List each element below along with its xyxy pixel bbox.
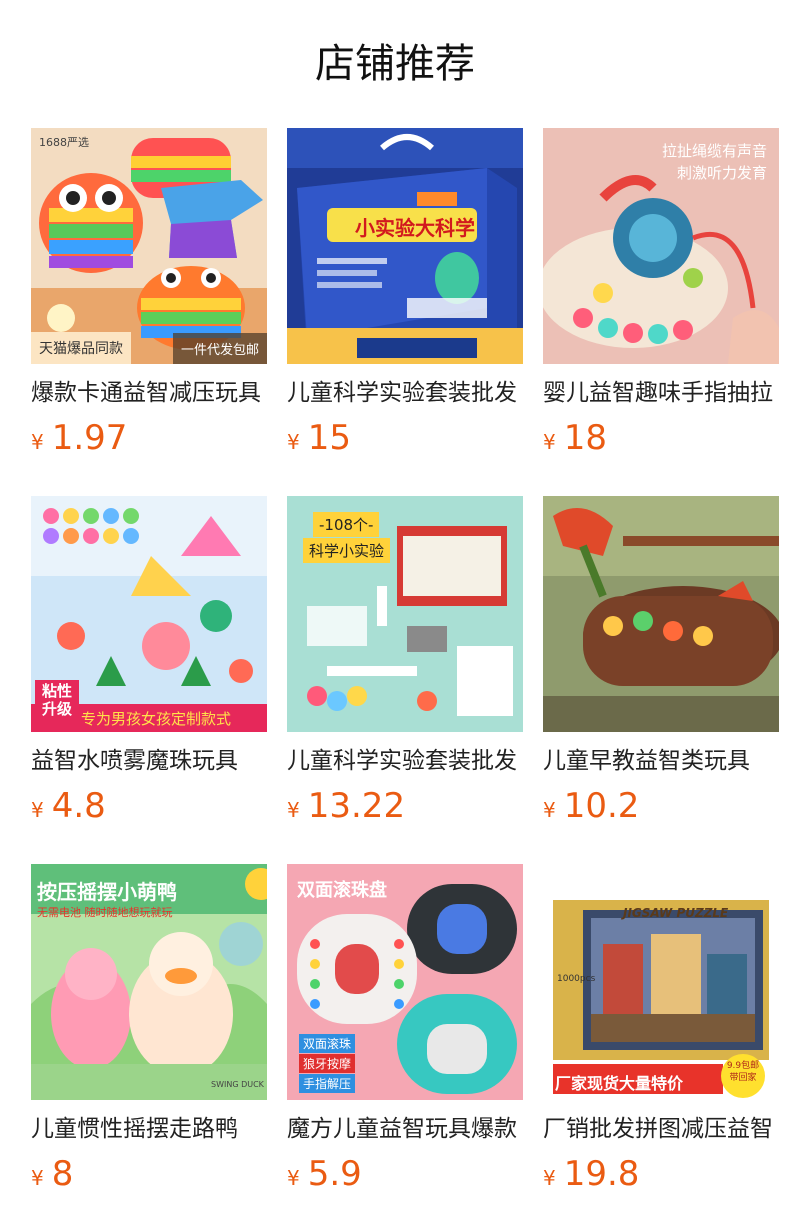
image-headline: 双面滚珠盘 <box>297 880 387 901</box>
image-headline: 按压摇摆小萌鸭 <box>37 880 177 904</box>
product-name[interactable]: 厂销批发拼图减压益智 <box>543 1112 779 1146</box>
price-value: 19.8 <box>563 1154 640 1194</box>
product-image[interactable]: 双面滚珠盘 双面滚珠 狼牙按摩 手指解压 <box>287 864 523 1100</box>
product-image[interactable]: 按压摇摆小萌鸭 无需电池 随时随地想玩就玩 SWING DUCK <box>31 864 267 1100</box>
feature-tag-3: 手指解压 <box>299 1074 356 1093</box>
product-card[interactable]: 按压摇摆小萌鸭 无需电池 随时随地想玩就玩 SWING DUCK 儿童惯性摇摆走… <box>31 864 267 1232</box>
currency-symbol: ¥ <box>31 1166 44 1190</box>
product-price: ¥ 5.9 <box>287 1152 362 1196</box>
price-value: 18 <box>563 418 607 458</box>
topic-tag: 科学小实验 <box>303 538 391 563</box>
product-image[interactable]: 粘性升级 专为男孩女孩定制款式 <box>31 496 267 732</box>
product-card[interactable]: 小实验大科学 儿童科学实验套装批发 ¥ 15 <box>287 128 523 496</box>
science-kit-box-icon <box>287 128 523 364</box>
image-caption-1: 拉扯绳缆有声音 <box>661 142 767 160</box>
box-title: JIGSAW PUZZLE <box>623 906 729 920</box>
product-price: ¥ 10.2 <box>543 784 639 828</box>
product-card[interactable]: 拉扯绳缆有声音 刺激听力发育 婴儿益智趣味手指抽拉 ¥ 18 <box>543 128 779 496</box>
currency-symbol: ¥ <box>543 798 556 822</box>
currency-symbol: ¥ <box>287 430 300 454</box>
product-name[interactable]: 儿童早教益智类玩具 <box>543 744 779 778</box>
feature-tag-1: 双面滚珠 <box>299 1034 356 1053</box>
product-price: ¥ 18 <box>543 416 607 460</box>
product-badge-bottom-right: 一件代发包邮 <box>172 333 267 364</box>
product-name[interactable]: 儿童科学实验套装批发 <box>287 744 523 778</box>
product-name[interactable]: 婴儿益智趣味手指抽拉 <box>543 376 779 410</box>
product-image[interactable]: 拉扯绳缆有声音 刺激听力发育 <box>543 128 779 364</box>
product-price: ¥ 15 <box>287 416 351 460</box>
product-price: ¥ 8 <box>31 1152 73 1196</box>
product-card[interactable]: 儿童早教益智类玩具 ¥ 10.2 <box>543 496 779 864</box>
product-badge-top: 1688严选 <box>39 136 89 149</box>
product-card[interactable]: 1688严选 天猫爆品同款 一件代发包邮 爆款卡通益智减压玩具 ¥ 1.97 <box>31 128 267 496</box>
product-badge-bottom-left: 天猫爆品同款 <box>31 332 131 364</box>
price-value: 4.8 <box>51 786 106 826</box>
count-tag: -108个- <box>313 512 380 537</box>
product-price: ¥ 19.8 <box>543 1152 639 1196</box>
price-value: 8 <box>51 1154 74 1194</box>
product-image[interactable] <box>543 496 779 732</box>
pop-it-toy-icon <box>31 128 267 364</box>
price-value: 13.22 <box>307 786 406 826</box>
product-image[interactable]: 小实验大科学 <box>287 128 523 364</box>
currency-symbol: ¥ <box>31 798 44 822</box>
product-grid: 1688严选 天猫爆品同款 一件代发包邮 爆款卡通益智减压玩具 ¥ 1.97 小… <box>31 128 781 1232</box>
feature-tag-2: 狼牙按摩 <box>299 1054 356 1073</box>
currency-symbol: ¥ <box>31 430 44 454</box>
corner-tag: 粘性升级 <box>35 680 79 720</box>
price-value: 1.97 <box>51 418 128 458</box>
box-title: 小实验大科学 <box>355 216 475 240</box>
image-caption-2: 刺激听力发育 <box>676 164 767 182</box>
product-card[interactable]: -108个- 科学小实验 儿童科学实验套装批发 ¥ 13.22 <box>287 496 523 864</box>
product-name[interactable]: 益智水喷雾魔珠玩具 <box>31 744 267 778</box>
product-image[interactable]: 1688严选 天猫爆品同款 一件代发包邮 <box>31 128 267 364</box>
product-name[interactable]: 儿童惯性摇摆走路鸭 <box>31 1112 267 1146</box>
image-subline: 无需电池 随时随地想玩就玩 <box>37 906 173 919</box>
product-card[interactable]: 双面滚珠盘 双面滚珠 狼牙按摩 手指解压 魔方儿童益智玩具爆款 ¥ 5.9 <box>287 864 523 1232</box>
product-price: ¥ 1.97 <box>31 416 127 460</box>
product-image[interactable]: -108个- 科学小实验 <box>287 496 523 732</box>
product-name[interactable]: 儿童科学实验套装批发 <box>287 376 523 410</box>
promo-seal: 9.9包邮 带回家 <box>726 1061 760 1083</box>
currency-symbol: ¥ <box>287 1166 300 1190</box>
section-title: 店铺推荐 <box>315 41 475 87</box>
currency-symbol: ¥ <box>287 798 300 822</box>
image-brand: SWING DUCK <box>211 1080 264 1089</box>
price-value: 5.9 <box>307 1154 362 1194</box>
pieces-label: 1000pcs <box>557 974 596 984</box>
product-card[interactable]: JIGSAW PUZZLE 1000pcs 厂家现货大量特价 9.9包邮 带回家… <box>543 864 779 1232</box>
banner-text: 专为男孩女孩定制款式 <box>81 710 232 728</box>
woodpecker-toy-icon <box>543 496 779 732</box>
product-price: ¥ 13.22 <box>287 784 405 828</box>
product-name[interactable]: 爆款卡通益智减压玩具 <box>31 376 267 410</box>
currency-symbol: ¥ <box>543 430 556 454</box>
product-image[interactable]: JIGSAW PUZZLE 1000pcs 厂家现货大量特价 9.9包邮 带回家 <box>543 864 779 1100</box>
currency-symbol: ¥ <box>543 1166 556 1190</box>
price-value: 15 <box>307 418 351 458</box>
promo-banner: 厂家现货大量特价 <box>555 1074 684 1093</box>
product-price: ¥ 4.8 <box>31 784 106 828</box>
price-value: 10.2 <box>563 786 640 826</box>
product-card[interactable]: 粘性升级 专为男孩女孩定制款式 益智水喷雾魔珠玩具 ¥ 4.8 <box>31 496 267 864</box>
product-name[interactable]: 魔方儿童益智玩具爆款 <box>287 1112 523 1146</box>
